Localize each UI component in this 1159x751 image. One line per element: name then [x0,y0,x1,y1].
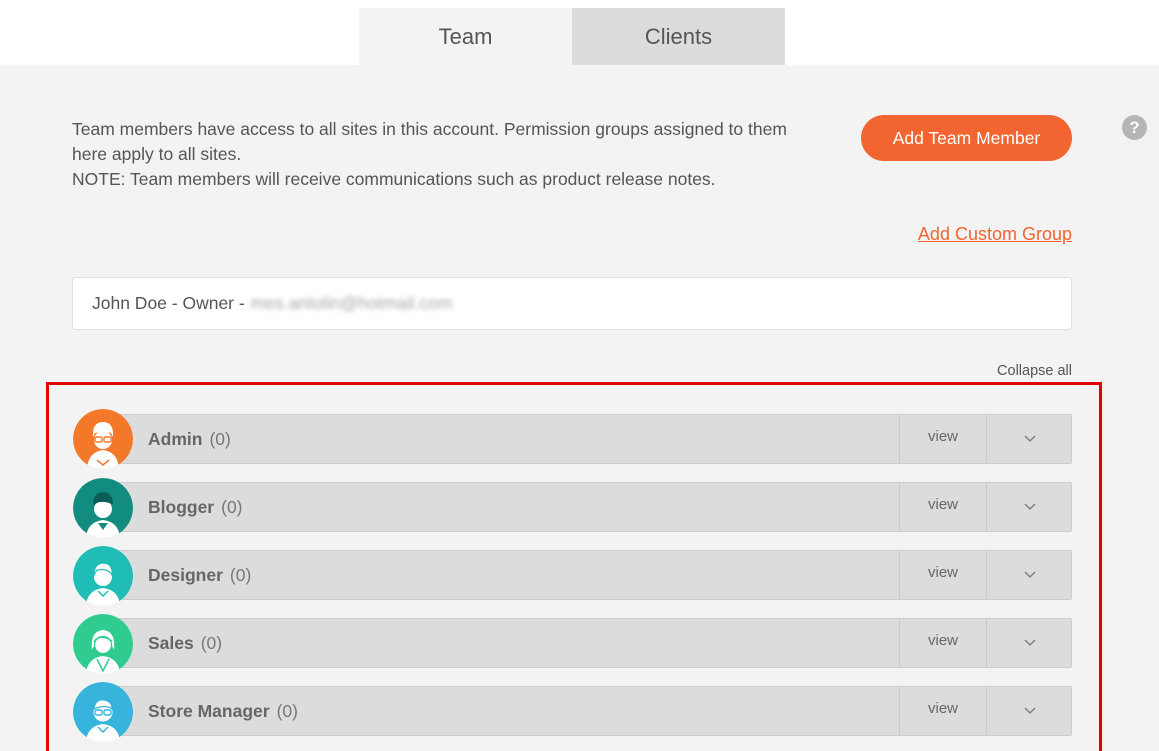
designer-avatar-icon [73,546,133,606]
group-label: Admin (0) [148,415,231,463]
group-label: Sales (0) [148,619,222,667]
chevron-down-icon[interactable] [986,551,1072,599]
view-button[interactable]: view [899,687,986,735]
tab-team[interactable]: Team [359,8,572,65]
group-name: Admin [148,428,203,449]
intro-description: Team members have access to all sites in… [72,119,787,164]
chevron-down-icon[interactable] [986,483,1072,531]
group-row-admin[interactable]: Admin (0) view [102,414,1072,464]
sales-avatar-icon [73,614,133,674]
admin-avatar-icon [73,409,133,469]
chevron-down-icon[interactable] [986,619,1072,667]
group-name: Blogger [148,496,215,517]
intro-text: Team members have access to all sites in… [72,117,812,192]
group-row-designer[interactable]: Designer (0) view [102,550,1072,600]
chevron-down-icon[interactable] [986,687,1072,735]
group-row-sales[interactable]: Sales (0) view [102,618,1072,668]
group-name: Designer [148,564,223,585]
owner-email: mes.antolin@hotmail.com [250,293,453,313]
group-count: (0) [209,428,231,449]
add-custom-group-link[interactable]: Add Custom Group [918,224,1072,245]
store-manager-avatar-icon [73,682,133,742]
group-row-blogger[interactable]: Blogger (0) view [102,482,1072,532]
collapse-all-link[interactable]: Collapse all [997,363,1072,379]
top-bar: Team Clients [0,0,1159,65]
help-icon[interactable]: ? [1122,115,1147,140]
chevron-down-icon[interactable] [986,415,1072,463]
view-button[interactable]: view [899,619,986,667]
view-button[interactable]: view [899,551,986,599]
group-row-store-manager[interactable]: Store Manager (0) view [102,686,1072,736]
group-name: Store Manager [148,700,270,721]
group-label: Store Manager (0) [148,687,298,735]
group-count: (0) [276,700,298,721]
group-count: (0) [229,564,252,585]
owner-row: John Doe - Owner - mes.antolin@hotmail.c… [72,277,1072,330]
group-count: (0) [200,632,223,653]
group-count: (0) [221,496,243,517]
tab-clients[interactable]: Clients [572,8,785,65]
blogger-avatar-icon [73,478,133,538]
view-button[interactable]: view [899,415,986,463]
add-team-member-button[interactable]: Add Team Member [861,115,1072,161]
view-button[interactable]: view [899,483,986,531]
group-name: Sales [148,632,194,653]
intro-note: NOTE: Team members will receive communic… [72,169,716,189]
group-label: Designer (0) [148,551,251,599]
owner-label: John Doe - Owner - [92,293,245,313]
group-label: Blogger (0) [148,483,243,531]
